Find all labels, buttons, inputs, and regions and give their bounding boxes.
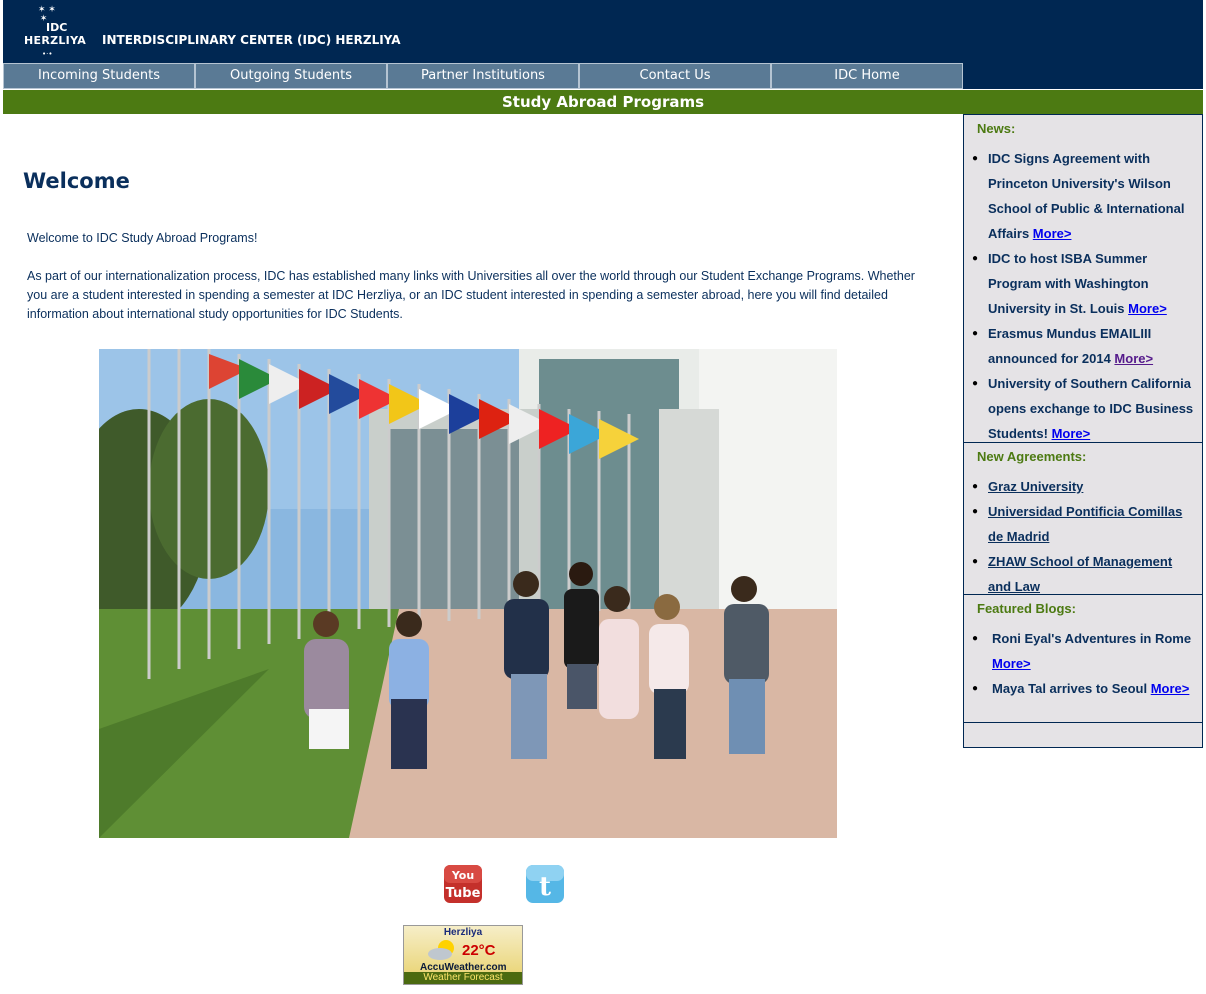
news-item-text: University of Southern California opens … <box>988 376 1194 441</box>
news-heading: News: <box>977 121 1016 136</box>
nav-partner-institutions[interactable]: Partner Institutions <box>387 63 579 89</box>
intro-paragraph-2: As part of our internationalization proc… <box>27 269 915 321</box>
logo-herzliya-text: HERZLIYA <box>24 34 87 47</box>
agreements-heading: New Agreements: <box>977 449 1087 464</box>
page-title: Welcome <box>23 169 130 193</box>
youtube-icon[interactable]: You Tube <box>443 864 483 904</box>
intro-paragraph-1: Welcome to IDC Study Abroad Programs! <box>27 231 258 245</box>
logo-idc-text: IDC <box>46 21 68 34</box>
news-more-link[interactable]: More> <box>1033 226 1072 241</box>
news-more-link[interactable]: More> <box>1128 301 1167 316</box>
svg-text:t: t <box>539 872 551 902</box>
idc-logo[interactable]: ✶ ✶ ✶ IDC HERZLIYA •·• <box>24 6 88 59</box>
campus-photo <box>99 349 837 838</box>
blog-item: Maya Tal arrives to Seoul More> <box>972 676 1194 701</box>
agreement-link[interactable]: Universidad Pontificia Comillas de Madri… <box>988 504 1182 544</box>
blogs-section: Featured Blogs: Roni Eyal's Adventures i… <box>964 595 1202 723</box>
news-more-link[interactable]: More> <box>1052 426 1091 441</box>
news-item-text: IDC Signs Agreement with Princeton Unive… <box>988 151 1185 241</box>
weather-sun-cloud-icon <box>428 940 454 960</box>
main-nav: Incoming Students Outgoing Students Part… <box>3 63 963 89</box>
campus-photo-illustration <box>99 349 837 838</box>
news-item: IDC Signs Agreement with Princeton Unive… <box>972 146 1194 246</box>
blog-item-text: Maya Tal arrives to Seoul <box>992 681 1151 696</box>
weather-temp: 22°C <box>462 942 496 959</box>
nav-incoming-students[interactable]: Incoming Students <box>3 63 195 89</box>
dots-icon: •·• <box>42 50 53 58</box>
twitter-icon[interactable]: t <box>525 864 565 904</box>
svg-text:You: You <box>451 869 474 882</box>
sidebar: News: IDC Signs Agreement with Princeton… <box>963 114 1203 748</box>
news-item: University of Southern California opens … <box>972 371 1194 446</box>
agreements-section: New Agreements: Graz University Universi… <box>964 443 1202 595</box>
site-header: ✶ ✶ ✶ IDC HERZLIYA •·• INTERDISCIPLINARY… <box>3 0 1203 89</box>
nav-idc-home[interactable]: IDC Home <box>771 63 963 89</box>
svg-text:Tube: Tube <box>446 886 481 901</box>
blogs-heading: Featured Blogs: <box>977 601 1076 616</box>
nav-contact-us[interactable]: Contact Us <box>579 63 771 89</box>
news-item: Erasmus Mundus EMAILIII announced for 20… <box>972 321 1194 371</box>
weather-forecast-link[interactable]: Weather Forecast <box>404 972 522 984</box>
weather-city: Herzliya <box>443 927 483 938</box>
news-section: News: IDC Signs Agreement with Princeton… <box>964 115 1202 443</box>
agreement-link[interactable]: ZHAW School of Management and Law <box>988 554 1172 594</box>
agreement-item: ZHAW School of Management and Law <box>972 549 1194 599</box>
intro-text: Welcome to IDC Study Abroad Programs! As… <box>27 229 917 343</box>
blog-item: Roni Eyal's Adventures in Rome More> <box>972 626 1194 676</box>
weather-widget[interactable]: Herzliya 22°C AccuWeather.com Weather Fo… <box>403 925 523 985</box>
blog-item-text: Roni Eyal's Adventures in Rome <box>992 631 1192 646</box>
news-more-link[interactable]: More> <box>1114 351 1153 366</box>
blog-more-link[interactable]: More> <box>1151 681 1190 696</box>
news-item: IDC to host ISBA Summer Program with Was… <box>972 246 1194 321</box>
agreement-link[interactable]: Graz University <box>988 479 1083 494</box>
section-banner: Study Abroad Programs <box>3 90 1203 114</box>
agreement-item: Universidad Pontificia Comillas de Madri… <box>972 499 1194 549</box>
site-title: INTERDISCIPLINARY CENTER (IDC) HERZLIYA <box>102 33 401 47</box>
nav-outgoing-students[interactable]: Outgoing Students <box>195 63 387 89</box>
blog-more-link[interactable]: More> <box>992 656 1031 671</box>
news-item-text: IDC to host ISBA Summer Program with Was… <box>988 251 1149 316</box>
agreement-item: Graz University <box>972 474 1194 499</box>
